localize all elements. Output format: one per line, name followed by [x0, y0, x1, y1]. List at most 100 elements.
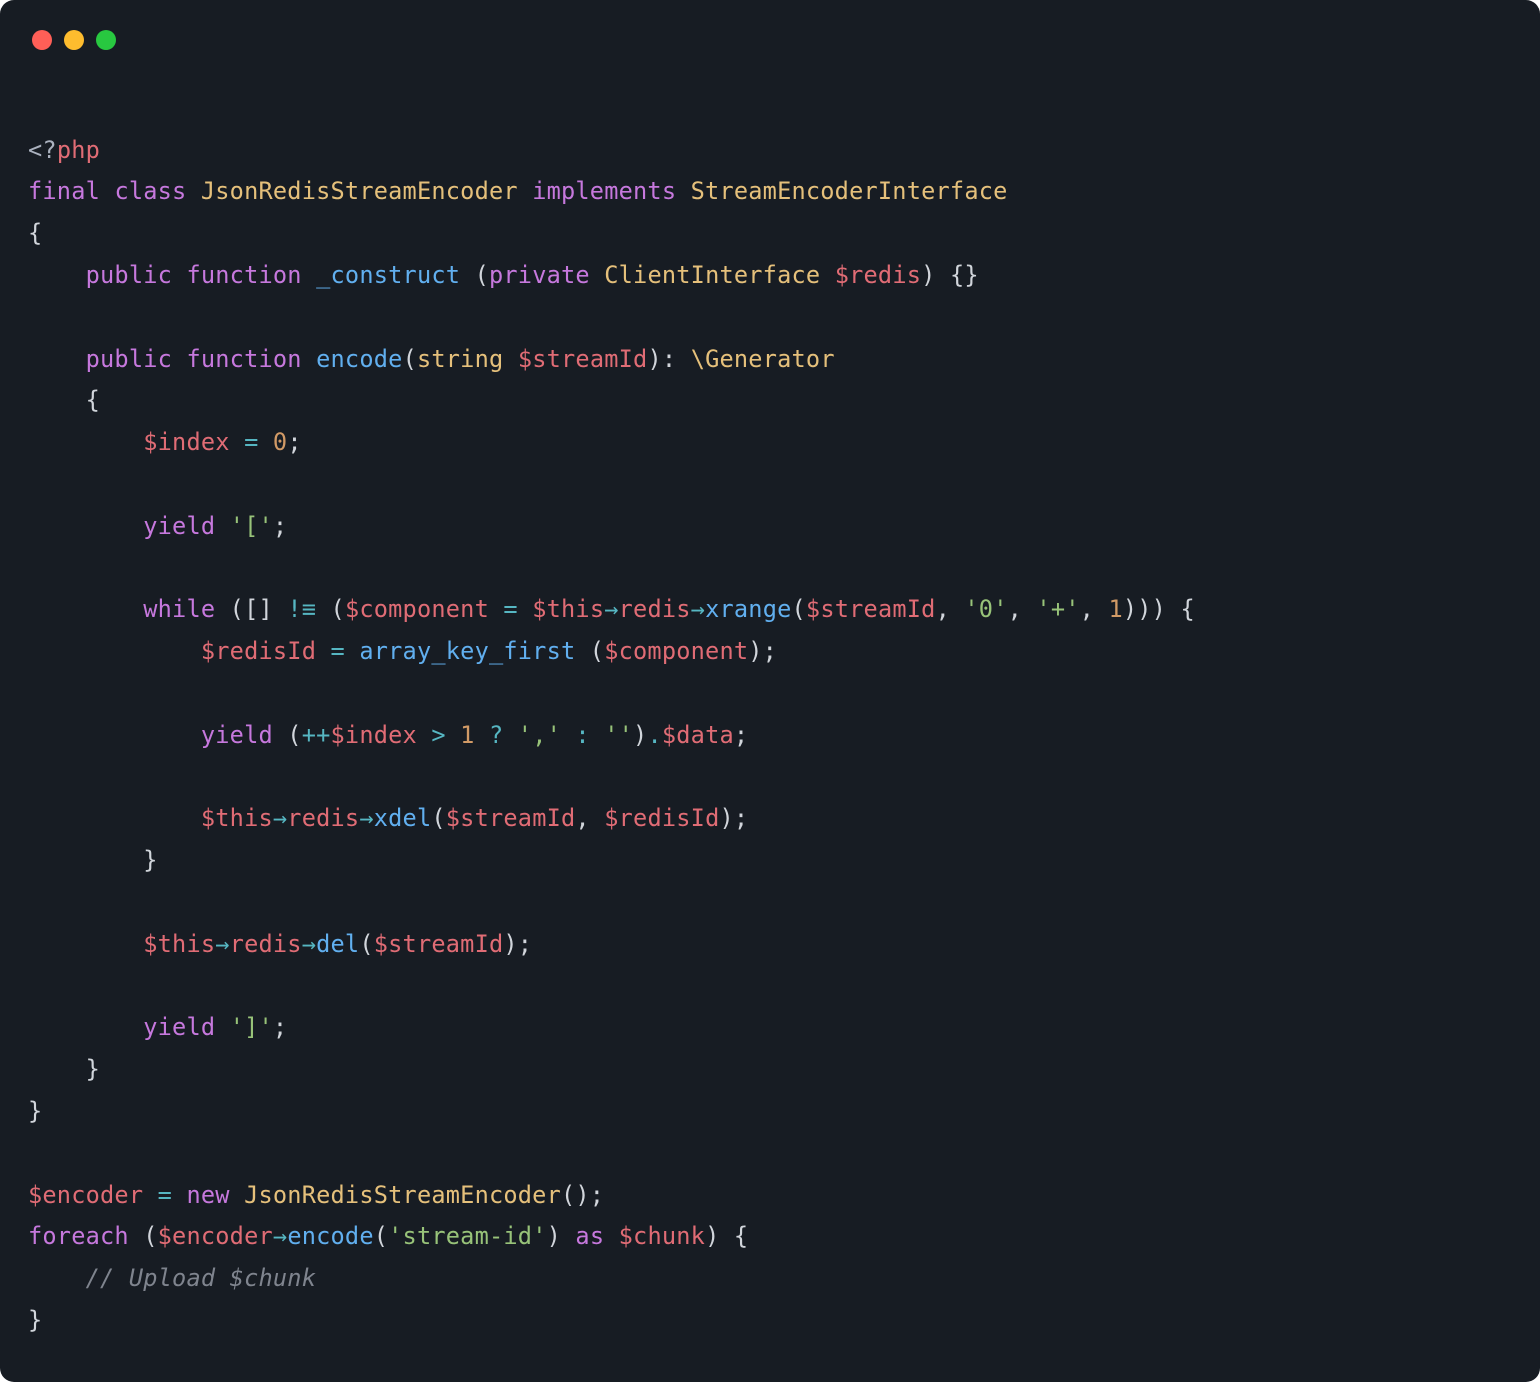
code-token: ''	[604, 721, 633, 749]
code-token	[28, 428, 143, 456]
code-token	[590, 721, 604, 749]
code-token: ;	[273, 1013, 287, 1041]
code-token: $chunk	[619, 1222, 705, 1250]
code-token: ClientInterface	[604, 261, 820, 289]
code-token	[215, 512, 229, 540]
code-token: function	[186, 345, 301, 373]
code-token	[503, 345, 517, 373]
code-token	[172, 1181, 186, 1209]
code-token: $this	[532, 595, 604, 623]
code-token: class	[114, 177, 186, 205]
code-token: →	[604, 595, 618, 623]
code-token: (	[460, 261, 489, 289]
code-token	[475, 721, 489, 749]
code-line: // Upload $chunk	[28, 1264, 316, 1292]
code-token: (	[575, 637, 604, 665]
code-token	[590, 261, 604, 289]
code-token: ,	[1008, 595, 1037, 623]
zoom-icon[interactable]	[96, 30, 116, 50]
code-token: _construct	[316, 261, 460, 289]
code-token: encode	[316, 345, 402, 373]
code-token	[302, 345, 316, 373]
code-token: ) {	[705, 1222, 748, 1250]
code-token	[172, 261, 186, 289]
code-token: '+'	[1036, 595, 1079, 623]
code-token: ,	[575, 804, 604, 832]
code-token: (	[403, 345, 417, 373]
code-line: $this→redis→xdel($streamId, $redisId);	[28, 804, 748, 832]
code-token: public	[86, 261, 172, 289]
code-token: $this	[201, 804, 273, 832]
code-line: $redisId = array_key_first ($component);	[28, 637, 777, 665]
code-token: $streamId	[374, 930, 504, 958]
code-token	[172, 345, 186, 373]
code-token: yield	[143, 1013, 215, 1041]
code-line: yield (++$index > 1 ? ',' : '').$data;	[28, 721, 748, 749]
code-token: $index	[331, 721, 417, 749]
code-line: {	[28, 386, 100, 414]
code-token	[316, 637, 330, 665]
code-token: $streamId	[806, 595, 936, 623]
code-token: →	[215, 930, 229, 958]
minimize-icon[interactable]	[64, 30, 84, 50]
code-token: 0	[273, 428, 287, 456]
close-icon[interactable]	[32, 30, 52, 50]
code-token: )	[547, 1222, 576, 1250]
code-token	[489, 595, 503, 623]
code-token	[100, 177, 114, 205]
code-token	[259, 428, 273, 456]
code-token: $encoder	[28, 1181, 143, 1209]
code-token: );	[719, 804, 748, 832]
code-token	[417, 721, 431, 749]
code-token: xdel	[374, 804, 432, 832]
code-token	[28, 1013, 143, 1041]
code-token	[186, 177, 200, 205]
code-token: final	[28, 177, 100, 205]
code-token: ;	[287, 428, 301, 456]
code-token	[302, 261, 316, 289]
code-token: ;	[273, 512, 287, 540]
code-token: <?	[28, 136, 57, 164]
code-line: final class JsonRedisStreamEncoder imple…	[28, 177, 1008, 205]
code-token: ):	[647, 345, 690, 373]
code-token: );	[748, 637, 777, 665]
code-token: ']'	[230, 1013, 273, 1041]
code-token: ();	[561, 1181, 604, 1209]
window-controls	[32, 30, 116, 50]
code-token: $index	[143, 428, 229, 456]
code-token	[503, 721, 517, 749]
code-line: <?php	[28, 136, 100, 164]
code-token	[28, 1264, 86, 1292]
code-token: $streamId	[518, 345, 648, 373]
code-token: $redis	[835, 261, 921, 289]
code-token: while	[143, 595, 215, 623]
code-token: $redisId	[604, 804, 719, 832]
code-token: →	[273, 1222, 287, 1250]
code-token	[143, 1181, 157, 1209]
code-token: redis	[230, 930, 302, 958]
code-token	[28, 930, 143, 958]
code-token: ,	[1080, 595, 1109, 623]
code-token: ,	[936, 595, 965, 623]
code-token	[28, 721, 201, 749]
code-token	[518, 177, 532, 205]
code-token: )	[633, 721, 647, 749]
code-token: $streamId	[446, 804, 576, 832]
code-line: $this→redis→del($streamId);	[28, 930, 532, 958]
code-token: $data	[662, 721, 734, 749]
code-line: yield ']';	[28, 1013, 287, 1041]
code-token: private	[489, 261, 590, 289]
code-token	[230, 428, 244, 456]
code-token	[446, 721, 460, 749]
code-token	[28, 804, 201, 832]
code-token: array_key_first	[359, 637, 575, 665]
code-token: StreamEncoderInterface	[691, 177, 1008, 205]
code-token: JsonRedisStreamEncoder	[201, 177, 518, 205]
code-token: ([]	[215, 595, 287, 623]
code-token: ++	[302, 721, 331, 749]
code-token: =	[331, 637, 345, 665]
code-token: JsonRedisStreamEncoder	[244, 1181, 561, 1209]
code-token: redis	[287, 804, 359, 832]
code-line: }	[28, 1097, 42, 1125]
code-token: ;	[734, 721, 748, 749]
